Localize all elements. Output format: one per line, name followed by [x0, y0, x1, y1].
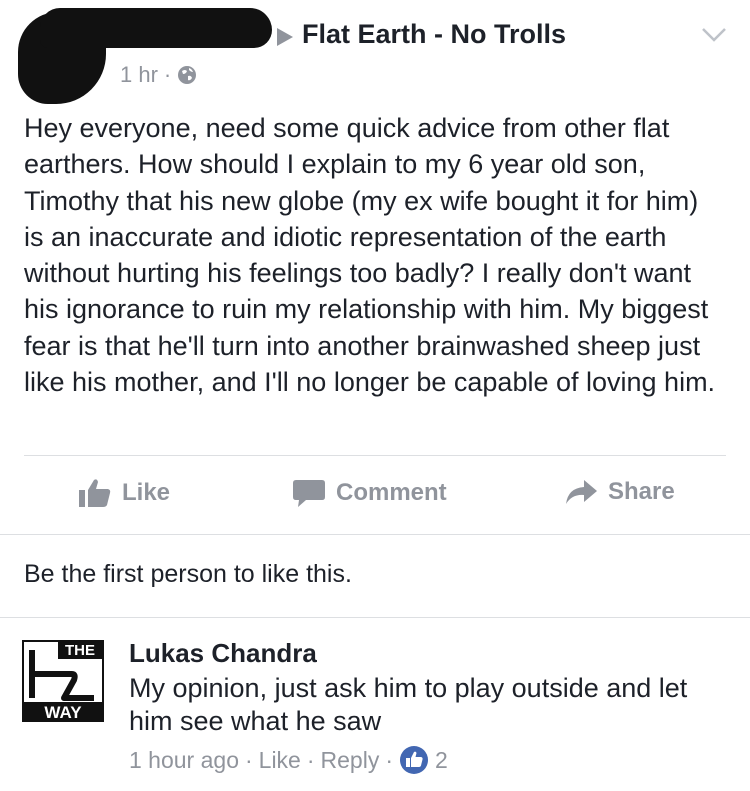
like-label: Like [122, 479, 171, 506]
share-button[interactable]: Share [564, 478, 675, 506]
meta-separator: · [244, 746, 253, 773]
meta-separator: · [163, 62, 172, 87]
comment-icon [293, 480, 325, 507]
play-arrow-icon [277, 28, 293, 46]
like-icon [79, 479, 111, 507]
comment-like-count[interactable]: 2 [435, 747, 448, 774]
comment-button[interactable]: Comment [292, 478, 447, 508]
action-bar: Like Comment Share [0, 456, 750, 534]
comment-text: My opinion, just ask him to play outside… [129, 673, 688, 736]
comment-meta: 1 hour ago · Like · Reply · 2 [129, 745, 448, 775]
commenter-avatar[interactable]: THE WAY [22, 640, 104, 722]
group-name-link[interactable]: Flat Earth - No Trolls [302, 19, 566, 50]
meta-separator: · [306, 746, 315, 773]
avatar-top-text: THE [65, 642, 95, 659]
like-reaction-icon [400, 746, 429, 774]
comment-label: Comment [336, 479, 447, 506]
share-icon [566, 480, 597, 504]
comment-reply-link[interactable]: Reply [321, 747, 380, 774]
post-meta: 1 hr · [120, 62, 197, 88]
post-header: Flat Earth - No Trolls 1 hr · [0, 0, 750, 105]
likes-summary: Be the first person to like this. [24, 560, 352, 588]
post-time[interactable]: 1 hr [120, 62, 158, 88]
redacted-author-name [40, 8, 272, 48]
globe-icon [178, 66, 197, 84]
share-label: Share [608, 478, 675, 505]
comment-like-link[interactable]: Like [259, 747, 301, 774]
divider [0, 534, 750, 535]
chevron-down-icon[interactable] [700, 25, 728, 45]
comment-author[interactable]: Lukas Chandra [129, 638, 317, 669]
meta-separator: · [385, 746, 394, 773]
avatar-bottom-text: WAY [44, 703, 82, 722]
like-button[interactable]: Like [78, 478, 170, 508]
comment-time[interactable]: 1 hour ago [129, 747, 239, 774]
divider [0, 617, 750, 618]
post-text: Hey everyone, need some quick advice fro… [24, 113, 716, 398]
